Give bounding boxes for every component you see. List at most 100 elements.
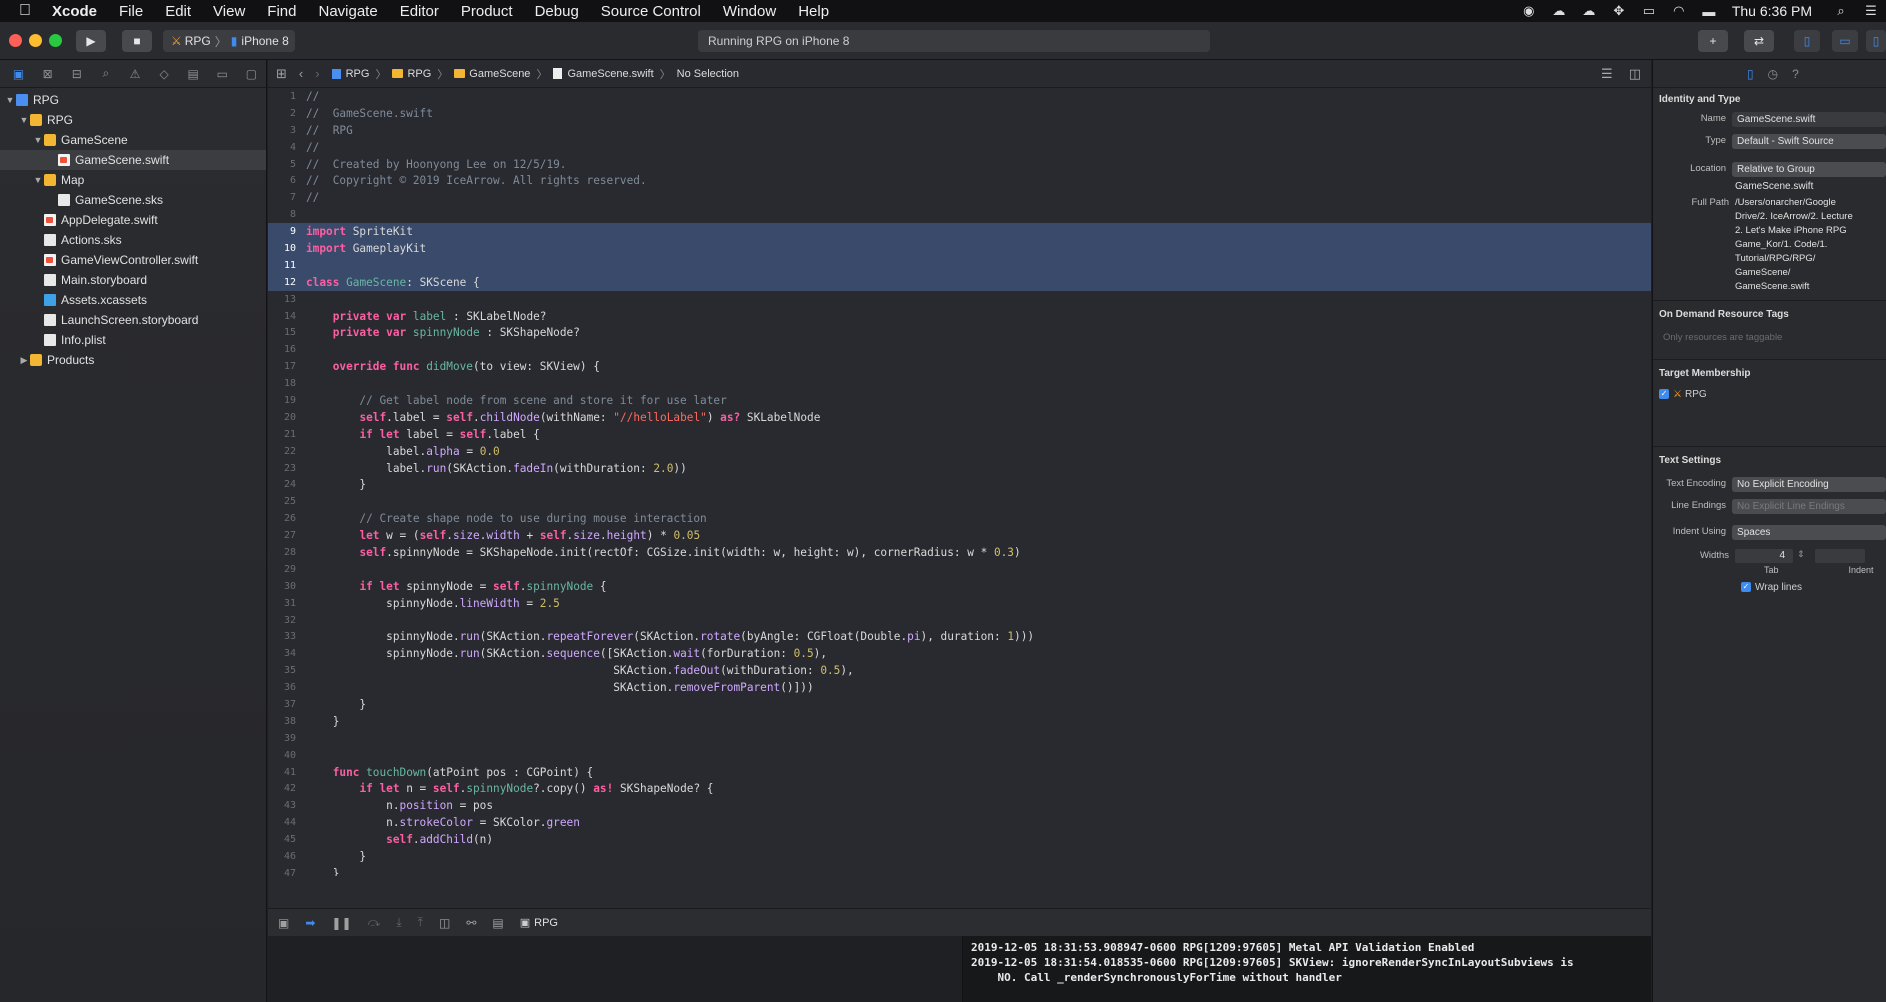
line-number[interactable]: 35	[268, 665, 306, 676]
menu-view[interactable]: View	[202, 3, 256, 20]
code-line[interactable]: 36 SKAction.removeFromParent()]))	[268, 679, 1651, 696]
menu-source-control[interactable]: Source Control	[590, 3, 712, 20]
line-number[interactable]: 2	[268, 108, 306, 119]
code-line[interactable]: 9 import SpriteKit	[268, 223, 1651, 241]
line-number[interactable]: 41	[268, 767, 306, 778]
test-icon[interactable]: ◇	[150, 64, 179, 84]
file-tree-item[interactable]: Info.plist	[0, 330, 266, 350]
code-line[interactable]: 2// GameScene.swift	[268, 105, 1651, 122]
file-tree-item[interactable]: ▼ RPG	[0, 110, 266, 130]
code-line[interactable]: 14 private var label : SKLabelNode?	[268, 308, 1651, 325]
line-number[interactable]: 15	[268, 327, 306, 338]
split-editor-icon[interactable]: ◫	[1629, 66, 1641, 82]
code-line[interactable]: 38 }	[268, 713, 1651, 730]
line-number[interactable]: 38	[268, 716, 306, 727]
code-line[interactable]: 15 private var spinnyNode : SKShapeNode?	[268, 324, 1651, 341]
line-number[interactable]: 25	[268, 496, 306, 507]
file-tree-item[interactable]: ▼ Map	[0, 170, 266, 190]
breadcrumb-project[interactable]: RPG	[346, 68, 370, 80]
code-line[interactable]: 42 if let n = self.spinnyNode?.copy() as…	[268, 781, 1651, 798]
breadcrumb-file[interactable]: GameScene.swift	[567, 68, 653, 80]
disclosure-expanded-icon[interactable]: ▼	[32, 175, 44, 185]
report-icon[interactable]: ▢	[237, 64, 266, 84]
code-line[interactable]: 4//	[268, 139, 1651, 156]
line-number[interactable]: 42	[268, 783, 306, 794]
line-number[interactable]: 30	[268, 581, 306, 592]
menu-editor[interactable]: Editor	[389, 3, 450, 20]
menu-debug[interactable]: Debug	[524, 3, 590, 20]
line-number[interactable]: 24	[268, 479, 306, 490]
line-number[interactable]: 17	[268, 361, 306, 372]
menu-app[interactable]: Xcode	[36, 3, 108, 20]
code-line[interactable]: 37 }	[268, 696, 1651, 713]
code-line[interactable]: 10 import GameplayKit	[268, 240, 1651, 257]
file-tree-item[interactable]: GameViewController.swift	[0, 250, 266, 270]
line-number[interactable]: 36	[268, 682, 306, 693]
code-line[interactable]: 18	[268, 375, 1651, 392]
forward-icon[interactable]: ›	[315, 66, 319, 81]
line-number[interactable]: 12	[268, 277, 306, 288]
line-number[interactable]: 4	[268, 142, 306, 153]
wifi-icon[interactable]: ◠	[1671, 3, 1687, 18]
menu-edit[interactable]: Edit	[154, 3, 202, 20]
line-number[interactable]: 20	[268, 412, 306, 423]
disclosure-expanded-icon[interactable]: ▼	[32, 135, 44, 145]
debug-process[interactable]: ▣ RPG	[520, 916, 558, 929]
disclosure-collapsed-icon[interactable]: ▶	[18, 355, 30, 366]
code-line[interactable]: 41 func touchDown(atPoint pos : CGPoint)…	[268, 764, 1651, 781]
code-line[interactable]: 39	[268, 730, 1651, 747]
line-number[interactable]: 29	[268, 564, 306, 575]
toggle-navigator-button[interactable]: ▯	[1794, 30, 1820, 52]
line-number[interactable]: 34	[268, 648, 306, 659]
toggle-inspector-button[interactable]: ▯	[1866, 30, 1886, 52]
code-line[interactable]: 45 self.addChild(n)	[268, 831, 1651, 848]
code-line[interactable]: 11	[268, 256, 1651, 274]
line-number[interactable]: 27	[268, 530, 306, 541]
clock[interactable]: Thu 6:36 PM	[1732, 3, 1812, 19]
breakpoints-toggle-icon[interactable]: ➡	[305, 916, 315, 930]
menu-navigate[interactable]: Navigate	[307, 3, 388, 20]
line-number[interactable]: 28	[268, 547, 306, 558]
line-number[interactable]: 7	[268, 192, 306, 203]
code-line[interactable]: 17 override func didMove(to view: SKView…	[268, 358, 1651, 375]
line-number[interactable]: 21	[268, 429, 306, 440]
code-line[interactable]: 19 // Get label node from scene and stor…	[268, 392, 1651, 409]
line-number[interactable]: 1	[268, 91, 306, 102]
breakpoint-icon[interactable]: ▭	[208, 64, 237, 84]
line-number[interactable]: 23	[268, 463, 306, 474]
line-number[interactable]: 33	[268, 631, 306, 642]
code-line[interactable]: 32	[268, 612, 1651, 629]
step-in-icon[interactable]: ⤓	[396, 915, 401, 930]
related-items-icon[interactable]: ⊞	[276, 66, 287, 82]
code-line[interactable]: 26 // Create shape node to use during mo…	[268, 510, 1651, 527]
line-number[interactable]: 39	[268, 733, 306, 744]
encoding-select[interactable]: No Explicit Encoding	[1732, 476, 1886, 492]
menu-window[interactable]: Window	[712, 3, 787, 20]
target-checkbox[interactable]: ✓	[1659, 389, 1669, 400]
tab-width-field[interactable]: 4	[1735, 549, 1793, 563]
code-review-button[interactable]: ⇄	[1744, 30, 1774, 52]
line-number[interactable]: 47	[268, 868, 306, 876]
code-line[interactable]: 7//	[268, 189, 1651, 206]
close-window-button[interactable]	[9, 34, 22, 47]
cloud-icon[interactable]: ☁	[1581, 3, 1597, 18]
line-number[interactable]: 43	[268, 800, 306, 811]
menu-help[interactable]: Help	[787, 3, 840, 20]
code-line[interactable]: 21 if let label = self.label {	[268, 426, 1651, 443]
indent-select[interactable]: Spaces	[1732, 524, 1886, 540]
code-line[interactable]: 3// RPG	[268, 122, 1651, 139]
line-number[interactable]: 16	[268, 344, 306, 355]
spotlight-icon[interactable]: ⌕	[1833, 3, 1849, 18]
line-number[interactable]: 31	[268, 598, 306, 609]
breadcrumb-group[interactable]: RPG	[407, 68, 431, 80]
type-select[interactable]: Default - Swift Source	[1732, 133, 1886, 149]
minimize-window-button[interactable]	[29, 34, 42, 47]
code-line[interactable]: 46 }	[268, 848, 1651, 865]
line-number[interactable]: 11	[268, 260, 306, 271]
step-out-icon[interactable]: ⤒	[418, 915, 423, 930]
line-number[interactable]: 44	[268, 817, 306, 828]
menu-find[interactable]: Find	[256, 3, 307, 20]
code-line[interactable]: 20 self.label = self.childNode(withName:…	[268, 409, 1651, 426]
code-line[interactable]: 44 n.strokeColor = SKColor.green	[268, 814, 1651, 831]
code-line[interactable]: 33 spinnyNode.run(SKAction.repeatForever…	[268, 629, 1651, 646]
